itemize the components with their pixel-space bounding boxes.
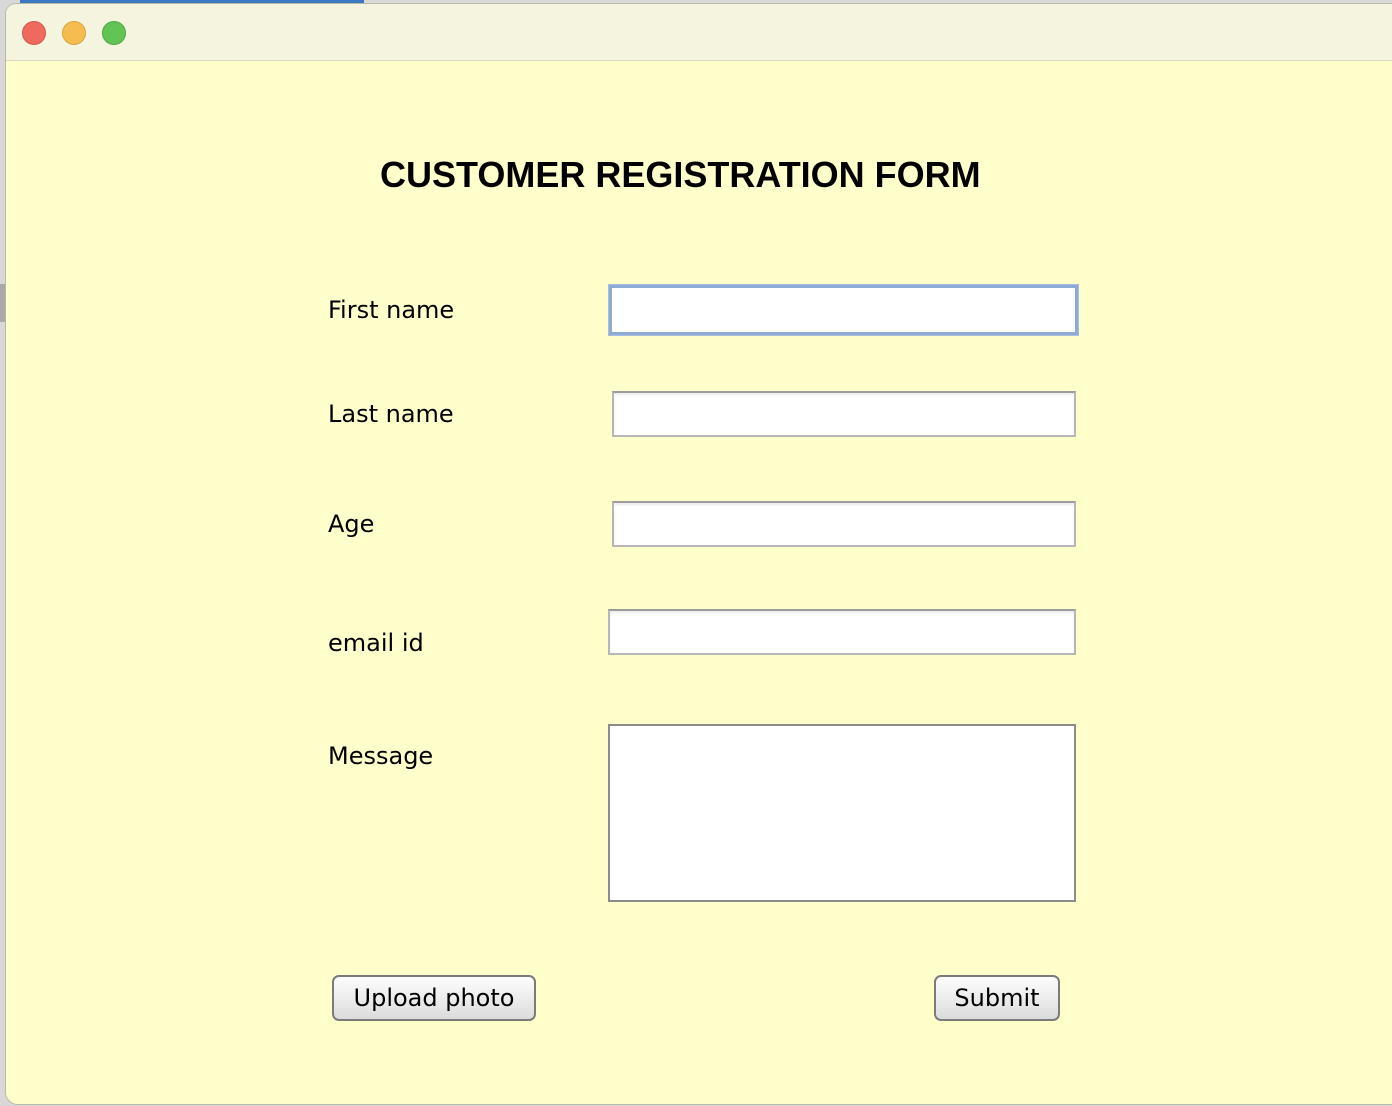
message-textarea[interactable] (608, 724, 1076, 902)
submit-button[interactable]: Submit (934, 975, 1060, 1021)
minimize-icon[interactable] (62, 21, 86, 45)
close-icon[interactable] (22, 21, 46, 45)
age-input[interactable] (612, 501, 1076, 547)
first-name-input[interactable] (609, 285, 1078, 335)
age-label: Age (328, 510, 375, 538)
form-title: CUSTOMER REGISTRATION FORM (380, 154, 981, 195)
message-label: Message (328, 742, 434, 770)
registration-window: CUSTOMER REGISTRATION FORM First name La… (6, 4, 1392, 1104)
upload-photo-button[interactable]: Upload photo (332, 975, 536, 1021)
last-name-label: Last name (328, 400, 454, 428)
window-titlebar[interactable] (6, 4, 1392, 61)
first-name-label: First name (328, 296, 455, 324)
zoom-icon[interactable] (102, 21, 126, 45)
last-name-input[interactable] (612, 391, 1076, 437)
email-label: email id (328, 629, 424, 657)
form-panel: CUSTOMER REGISTRATION FORM First name La… (6, 61, 1392, 1104)
desktop-background: CUSTOMER REGISTRATION FORM First name La… (0, 0, 1392, 1106)
email-input[interactable] (608, 609, 1076, 655)
